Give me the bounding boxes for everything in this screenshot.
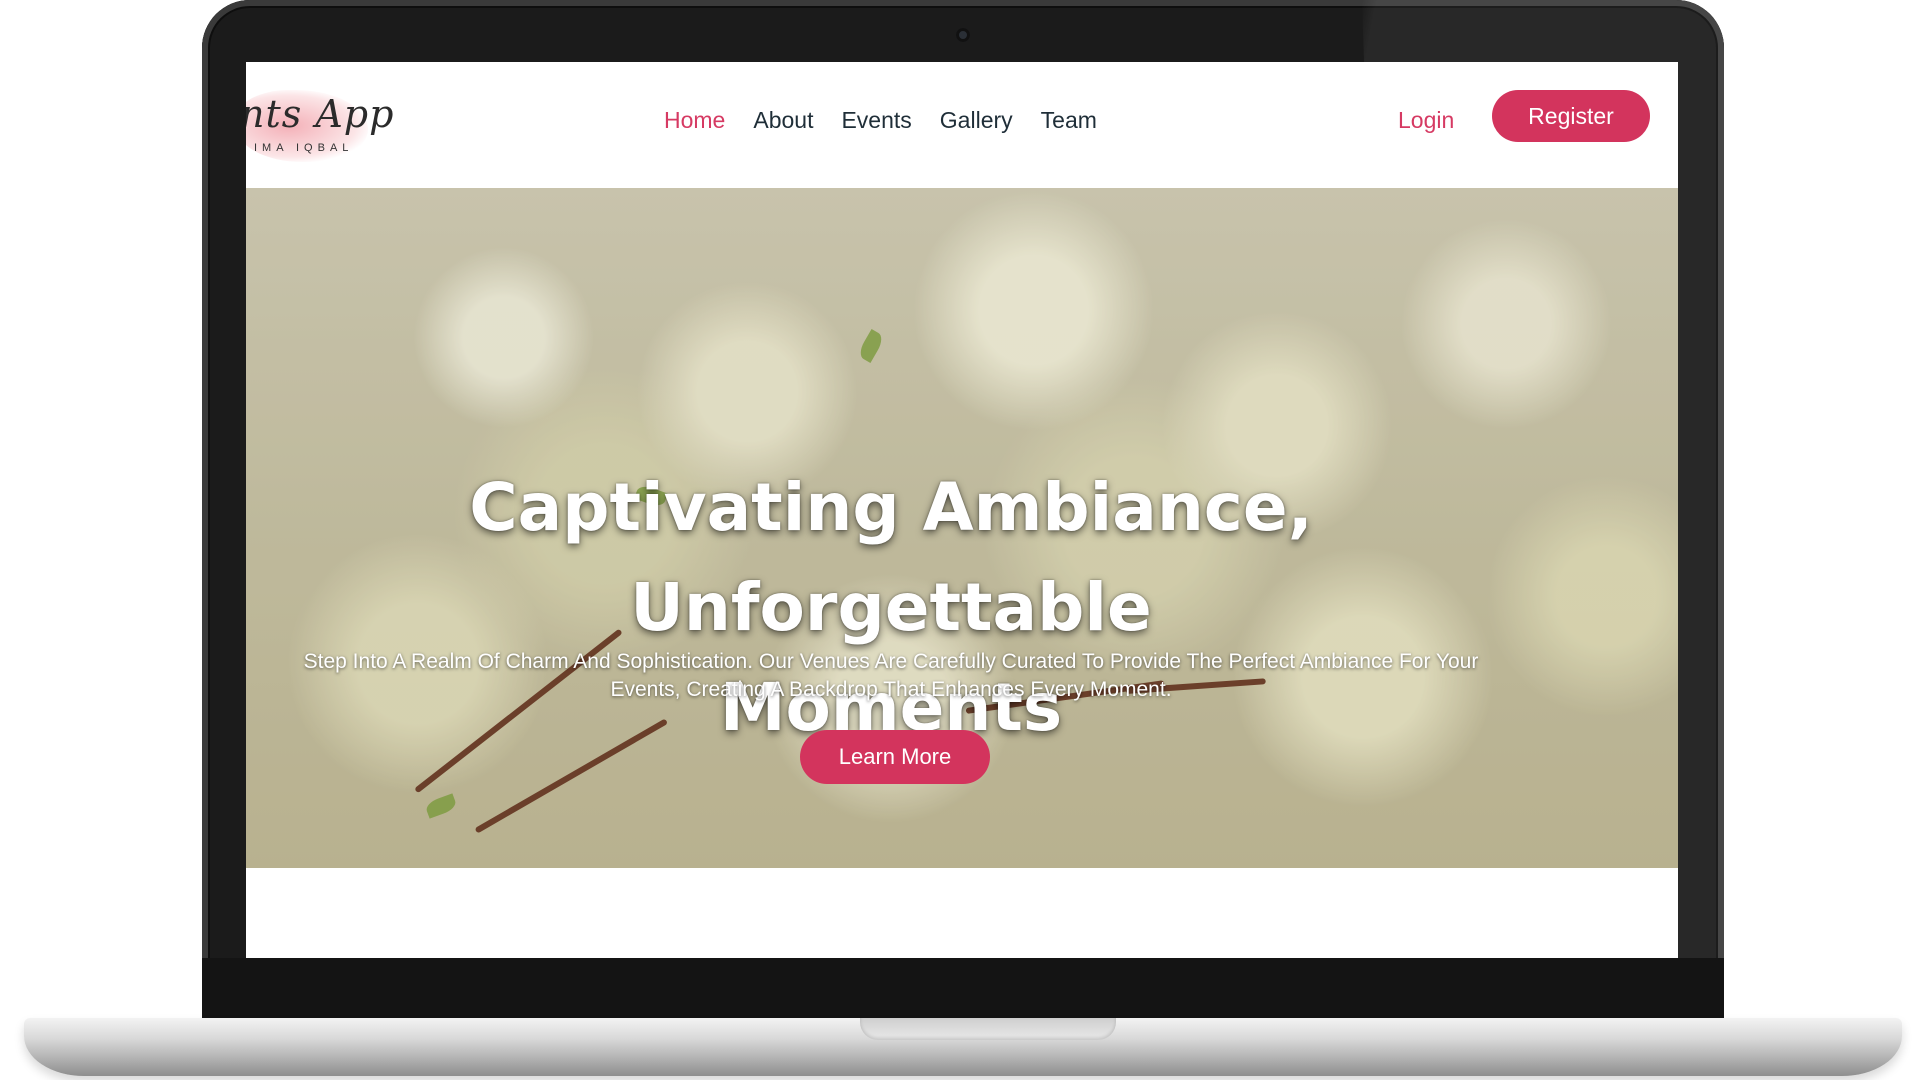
nav-item-events[interactable]: Events	[827, 102, 925, 138]
laptop-notch	[860, 1018, 1116, 1040]
hero-section: Captivating Ambiance, Unforgettable Mome…	[246, 188, 1678, 868]
laptop-bezel-bottom	[202, 958, 1724, 1018]
hero-title: Captivating Ambiance, Unforgettable Mome…	[246, 458, 1536, 758]
nav-links: Home About Events Gallery Team	[650, 102, 1111, 138]
hero-title-line1: Captivating Ambiance, Unforgettable	[469, 469, 1313, 646]
login-link[interactable]: Login	[1398, 102, 1454, 138]
logo-text: nts App	[246, 92, 395, 136]
hero-subtitle: Step Into A Realm Of Charm And Sophistic…	[246, 648, 1536, 704]
nav-item-home[interactable]: Home	[650, 102, 739, 138]
hero-subtitle-line1: Step Into A Realm Of Charm And Sophistic…	[303, 650, 1479, 673]
webcam-icon	[956, 28, 970, 42]
brand-logo[interactable]: nts App IMA IQBAL	[246, 72, 393, 184]
browser-viewport: nts App IMA IQBAL Home About Events Gall…	[246, 62, 1678, 958]
hero-subtitle-line2: Events, Creating A Backdrop That Enhance…	[610, 678, 1172, 701]
nav-item-about[interactable]: About	[739, 102, 827, 138]
nav-item-team[interactable]: Team	[1027, 102, 1111, 138]
learn-more-button[interactable]: Learn More	[800, 730, 990, 784]
navbar: nts App IMA IQBAL Home About Events Gall…	[246, 62, 1678, 188]
laptop-base	[24, 1018, 1902, 1076]
register-button[interactable]: Register	[1492, 90, 1650, 142]
logo-subtext: IMA IQBAL	[254, 142, 354, 154]
nav-item-gallery[interactable]: Gallery	[926, 102, 1027, 138]
